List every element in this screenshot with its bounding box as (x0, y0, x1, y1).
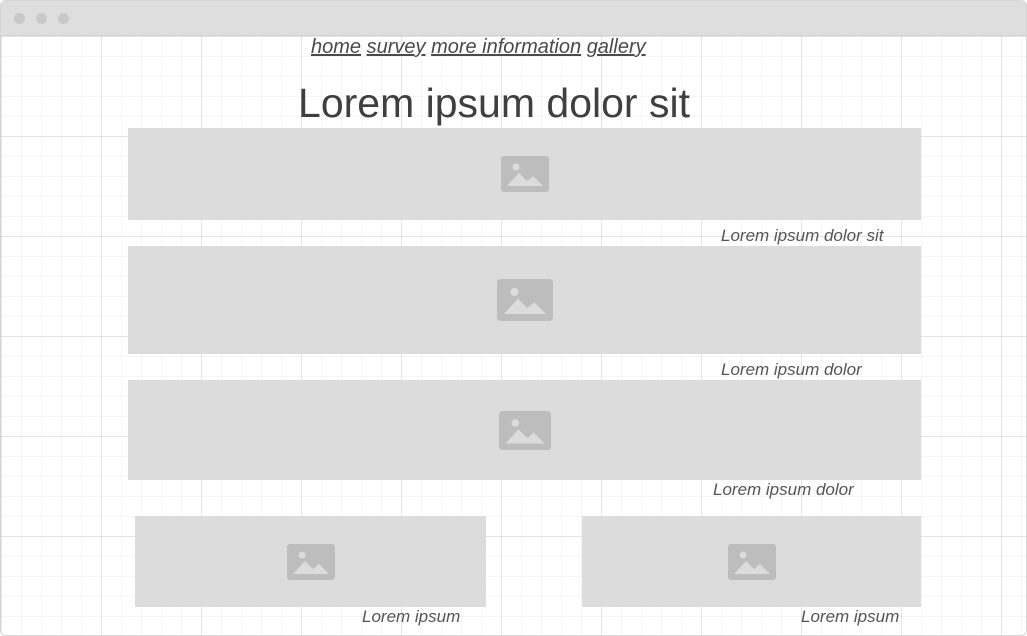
image-placeholder-icon (496, 279, 553, 321)
browser-window: home survey more information gallery Lor… (0, 0, 1027, 636)
page-canvas: home survey more information gallery Lor… (1, 36, 1026, 635)
image-placeholder-icon (500, 156, 549, 192)
image-placeholder-icon (498, 411, 551, 450)
image-placeholder-1 (128, 128, 921, 220)
image-caption-5: Lorem ipsum (801, 607, 900, 626)
image-placeholder-icon (286, 543, 335, 580)
nav-link-survey[interactable]: survey (367, 36, 426, 58)
window-titlebar (1, 1, 1026, 36)
image-caption-1: Lorem ipsum dolor sit (721, 226, 884, 245)
image-placeholder-icon (727, 543, 776, 580)
image-placeholder-4 (135, 516, 486, 607)
nav-link-gallery[interactable]: gallery (587, 36, 646, 58)
image-caption-4: Lorem ipsum (362, 607, 461, 626)
image-placeholder-3 (128, 380, 921, 480)
window-maximize-dot[interactable] (58, 13, 69, 24)
image-caption-3: Lorem ipsum dolor (713, 480, 854, 499)
window-minimize-dot[interactable] (36, 13, 47, 24)
top-nav: home survey more information gallery (311, 36, 646, 59)
page-title: Lorem ipsum dolor sit (298, 80, 690, 126)
image-caption-2: Lorem ipsum dolor (721, 360, 862, 379)
window-close-dot[interactable] (14, 13, 25, 24)
nav-link-more-information[interactable]: more information (431, 36, 581, 58)
image-placeholder-5 (582, 516, 921, 607)
nav-link-home[interactable]: home (311, 36, 361, 58)
image-placeholder-2 (128, 246, 921, 354)
